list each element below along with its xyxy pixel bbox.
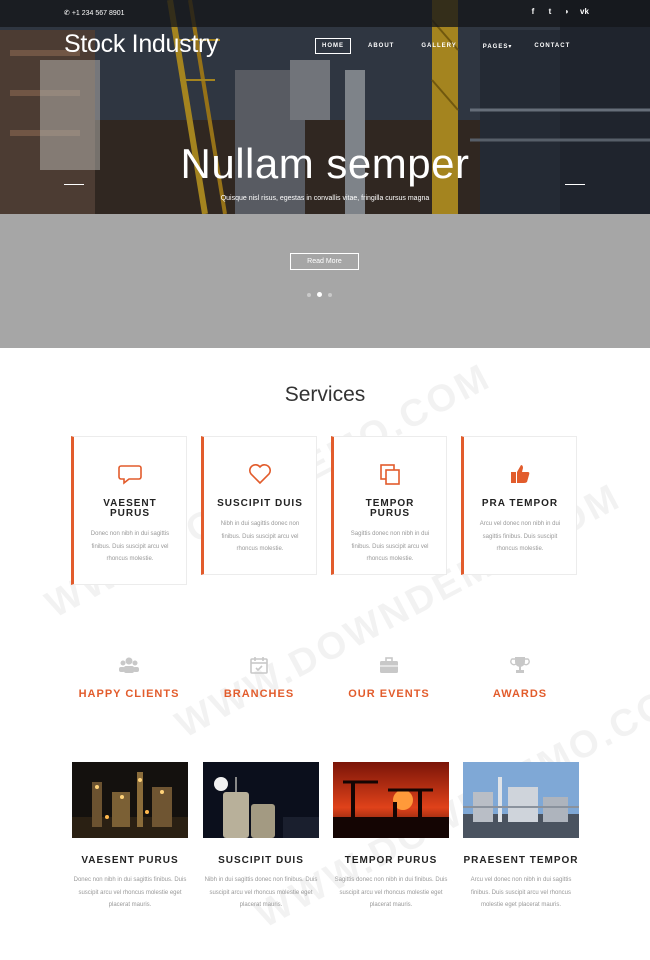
service-text: Sagittis donec non nibh in dui finibus. …: [350, 531, 430, 562]
project-text: Nibh in dui sagittis donec non finibus. …: [204, 877, 318, 908]
project-card[interactable]: SUSCIPIT DUIS Nibh in dui sagittis donec…: [203, 762, 319, 912]
chat-bubble-icon: [74, 461, 186, 487]
stat-our-events: OUR EVENTS: [324, 654, 454, 700]
service-card[interactable]: VAESENT PURUS Donec non nibh in dui sagi…: [71, 436, 187, 585]
next-slide-arrow[interactable]: [565, 184, 585, 185]
facebook-icon[interactable]: f: [529, 7, 537, 16]
stat-label: HAPPY CLIENTS: [78, 688, 180, 700]
prev-slide-arrow[interactable]: [64, 184, 84, 185]
phone-icon: ✆: [64, 10, 70, 17]
nav-gallery[interactable]: GALLERY: [421, 43, 456, 49]
social-links: f t ◗ vk: [529, 7, 589, 16]
hero-banner: ✆ +1 234 567 8901 f t ◗ vk Stock Industr…: [0, 0, 650, 214]
hero-title: Nullam semper: [180, 140, 470, 187]
stat-branches: BRANCHES: [194, 654, 324, 700]
project-image-tanks: [203, 762, 319, 838]
project-title: SUSCIPIT DUIS: [218, 855, 304, 866]
project-card[interactable]: TEMPOR PURUS Sagittis donec non nibh in …: [333, 762, 449, 912]
stat-awards: AWARDS: [455, 654, 585, 700]
twitter-icon[interactable]: t: [546, 7, 554, 16]
nav-about[interactable]: ABOUT: [368, 43, 394, 49]
rss-icon[interactable]: ◗: [563, 7, 571, 16]
vk-icon[interactable]: vk: [580, 7, 589, 16]
caret-down-icon: ▾: [508, 43, 513, 50]
slider-dot-1[interactable]: [307, 292, 311, 297]
service-title: SUSCIPIT DUIS: [217, 498, 303, 509]
service-card[interactable]: TEMPOR PURUS Sagittis donec non nibh in …: [331, 436, 447, 575]
service-title: VAESENT PURUS: [103, 498, 157, 519]
project-title: VAESENT PURUS: [81, 855, 179, 866]
project-image-refinery-day: [463, 762, 579, 838]
project-text: Donec non nibh in dui sagittis finibus. …: [73, 877, 187, 908]
nav-home[interactable]: HOME: [315, 38, 351, 54]
main-nav: HOME ABOUT GALLERY PAGES▾ CONTACT: [315, 38, 570, 54]
service-text: Donec non nibh in dui sagittis finibus. …: [90, 531, 170, 562]
calendar-icon: [194, 654, 324, 676]
service-title: PRA TEMPOR: [481, 498, 559, 509]
project-text: Arcu vel donec non nibh in dui sagittis …: [470, 877, 572, 908]
project-image-refinery-night: [72, 762, 188, 838]
hero-subtitle: Quisque nisl risus, egestas in convallis…: [220, 195, 430, 202]
trophy-icon: [455, 654, 585, 676]
project-image-sunset-cranes: [333, 762, 449, 838]
service-card[interactable]: SUSCIPIT DUIS Nibh in dui sagittis donec…: [201, 436, 317, 575]
briefcase-icon: [324, 654, 454, 676]
users-icon: [64, 654, 194, 676]
project-card[interactable]: VAESENT PURUS Donec non nibh in dui sagi…: [72, 762, 188, 912]
slider-dot-3[interactable]: [328, 292, 332, 297]
service-text: Nibh in dui sagittis donec non finibus. …: [220, 521, 300, 552]
site-logo[interactable]: Stock Industry: [64, 30, 219, 59]
thumbs-up-icon: [464, 461, 576, 487]
services-heading: Services: [284, 383, 366, 406]
nav-pages[interactable]: PAGES▾: [483, 43, 513, 50]
heart-icon: [204, 461, 316, 487]
read-more-button[interactable]: Read More: [290, 253, 359, 270]
stat-label: AWARDS: [492, 688, 548, 700]
top-bar: ✆ +1 234 567 8901 f t ◗ vk: [0, 0, 650, 27]
stat-happy-clients: HAPPY CLIENTS: [64, 654, 194, 700]
hero-lower-band: [0, 214, 650, 348]
slider-dots: [307, 292, 332, 297]
service-title: TEMPOR PURUS: [365, 498, 415, 519]
service-text: Arcu vel donec non nibh in dui sagittis …: [479, 521, 561, 552]
copy-icon: [334, 461, 446, 487]
phone-number[interactable]: ✆ +1 234 567 8901: [64, 9, 125, 17]
project-title: PRAESENT TEMPOR: [463, 855, 579, 866]
service-card[interactable]: PRA TEMPOR Arcu vel donec non nibh in du…: [461, 436, 577, 575]
stat-label: OUR EVENTS: [348, 688, 430, 700]
nav-contact[interactable]: CONTACT: [534, 43, 570, 49]
slider-dot-2[interactable]: [317, 292, 322, 297]
stat-label: BRANCHES: [223, 688, 295, 700]
project-card[interactable]: PRAESENT TEMPOR Arcu vel donec non nibh …: [463, 762, 579, 912]
project-text: Sagittis donec non nibh in dui finibus. …: [334, 877, 448, 908]
project-title: TEMPOR PURUS: [344, 855, 438, 866]
